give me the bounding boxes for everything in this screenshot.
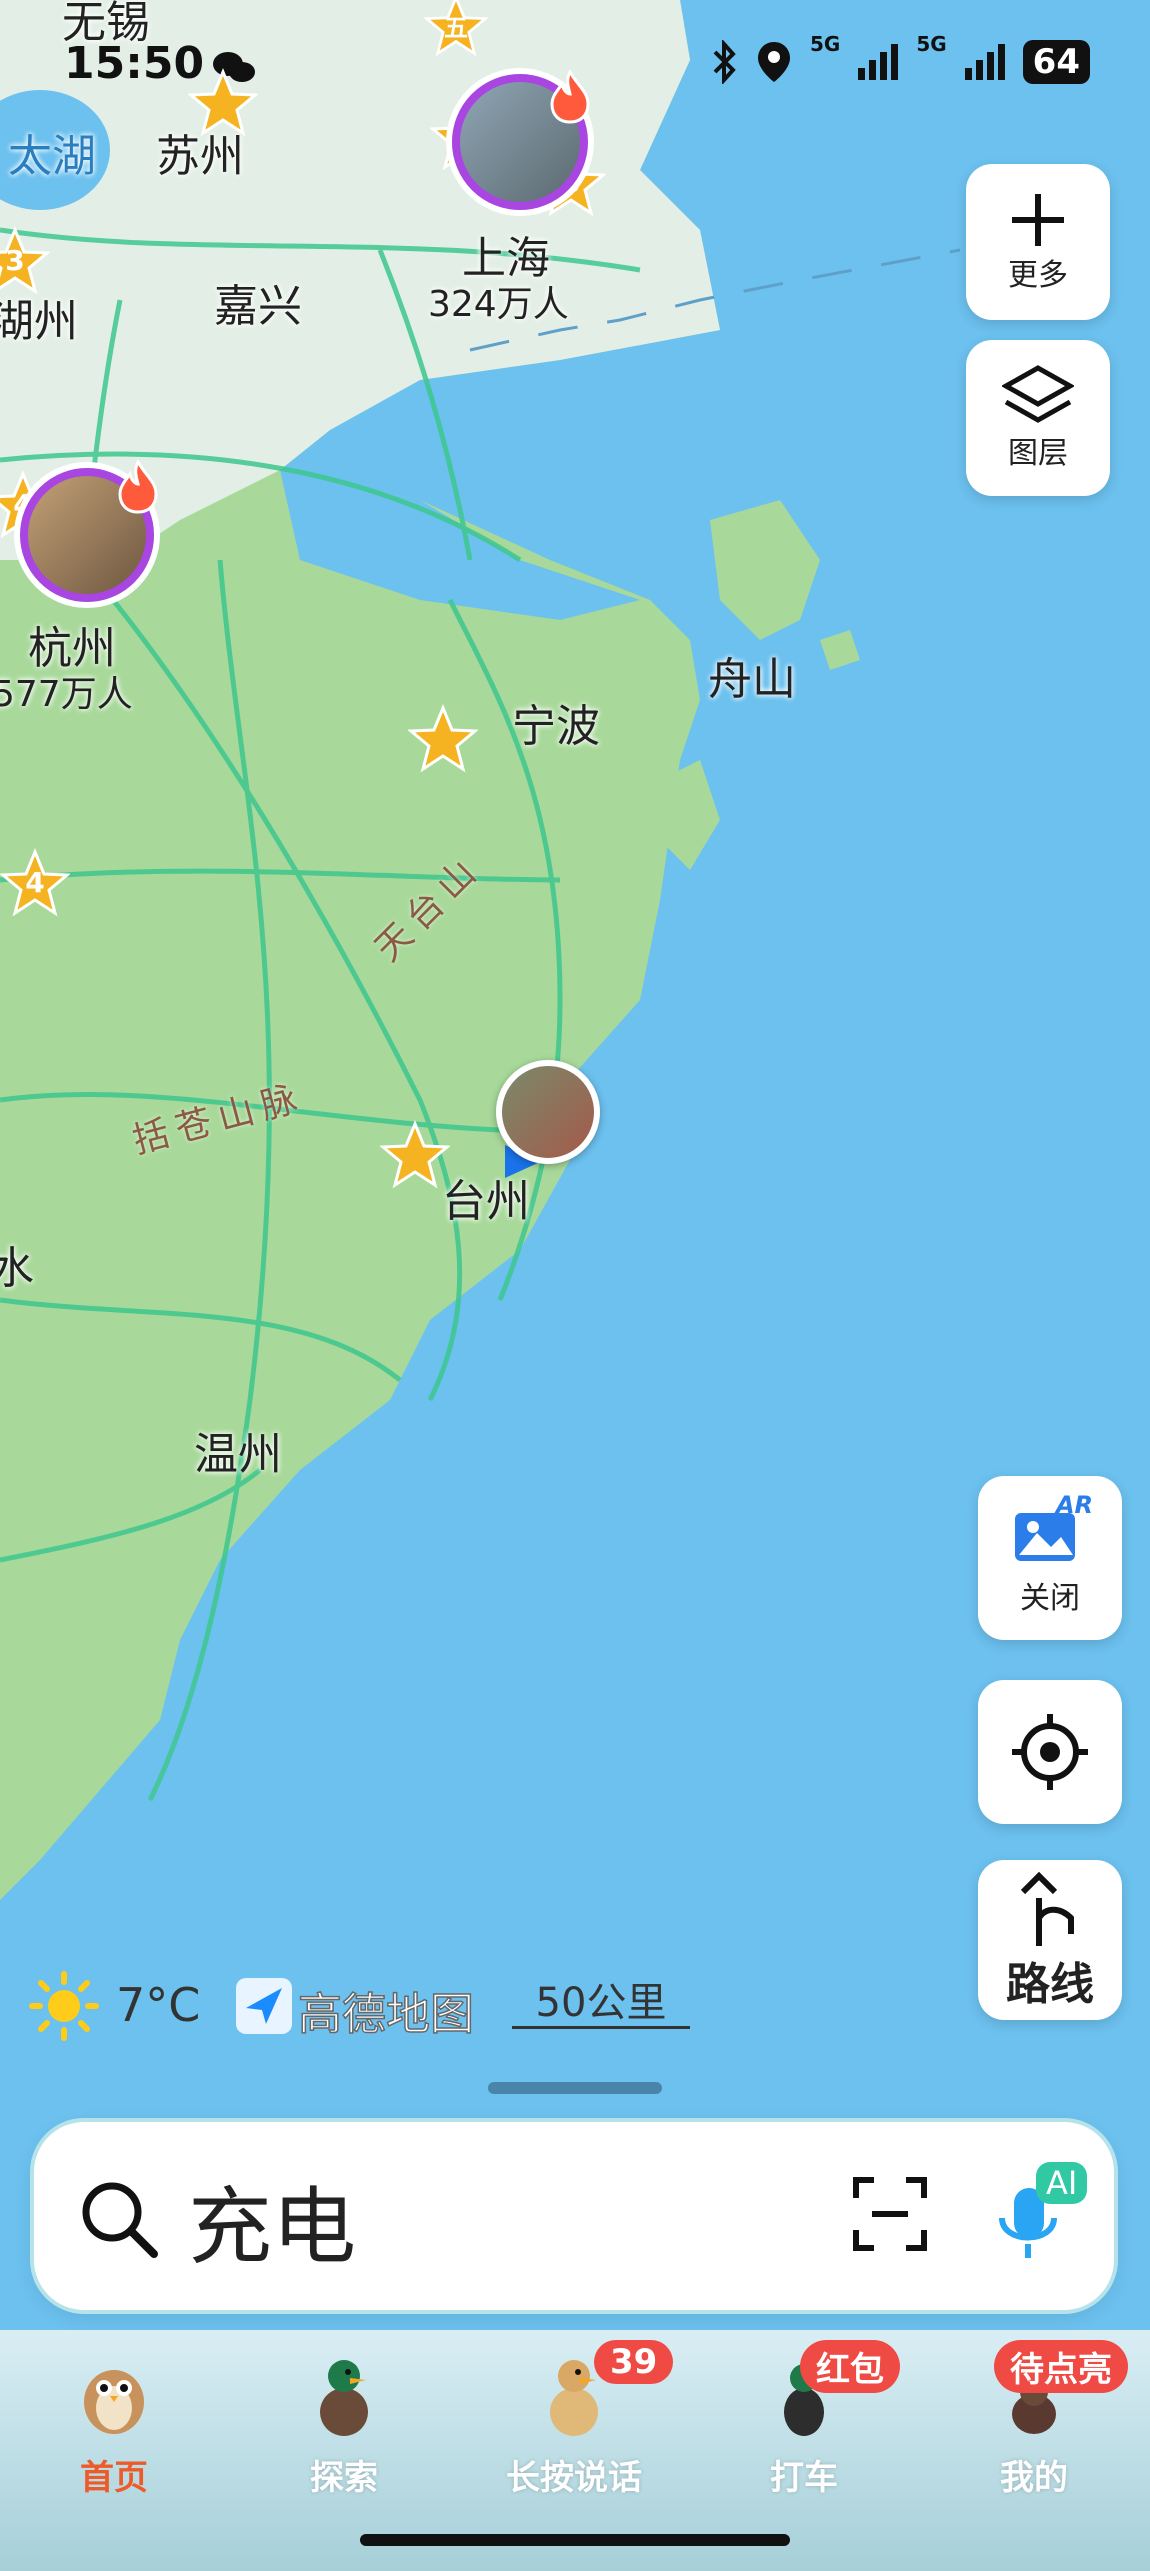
tab-explore[interactable]: 探索 — [254, 2350, 434, 2499]
star-poi-icon[interactable] — [188, 68, 258, 138]
map-scale: 50公里 — [512, 1970, 690, 2029]
fire-icon — [550, 70, 590, 124]
tab-label: 打车 — [770, 2458, 838, 2498]
locate-me-button[interactable] — [978, 1680, 1122, 1824]
numbered-star-poi[interactable]: 3 — [0, 226, 51, 296]
search-query: 充电 — [188, 2178, 357, 2276]
signal-icon-1 — [858, 44, 899, 80]
layers-label: 图层 — [1008, 436, 1068, 471]
layers-button[interactable]: 图层 — [966, 340, 1110, 496]
route-arrow-icon — [1020, 1871, 1074, 1946]
more-button[interactable]: 更多 — [966, 164, 1110, 320]
ai-tag: AI — [1036, 2162, 1088, 2204]
signal-icon-2 — [964, 44, 1005, 80]
city-label-jiaxing: 嘉兴 — [214, 281, 302, 332]
poi-count: 4 — [25, 866, 45, 899]
duck-explorer-icon — [320, 2360, 368, 2436]
brand-logo-text: 高德地图 — [297, 1988, 475, 2041]
numbered-star-poi[interactable]: 五 — [423, 0, 489, 58]
city-label-wuxi: 无锡 — [62, 0, 150, 48]
ar-tag: AR — [1055, 1491, 1093, 1519]
crosshair-icon — [1012, 1714, 1088, 1790]
tab-home[interactable]: 首页 — [24, 2350, 204, 2499]
poi-count: 3 — [5, 244, 25, 277]
route-button[interactable]: 路线 — [978, 1860, 1122, 2020]
tab-badge-pending: 待点亮 — [994, 2340, 1128, 2393]
network-type-1: 5G — [809, 32, 841, 56]
layers-icon — [1002, 365, 1074, 423]
sun-icon — [29, 1971, 99, 2041]
ai-voice-button[interactable]: AI — [994, 2158, 1092, 2268]
city-label-zhoushan: 舟山 — [708, 654, 796, 705]
city-label-ningbo: 宁波 — [512, 701, 600, 752]
city-label-wenzhou: 温州 — [194, 1429, 282, 1480]
bluetooth-icon — [713, 40, 736, 84]
fire-icon — [118, 460, 158, 514]
plus-icon — [1012, 194, 1064, 246]
city-population-hangzhou: 577万人 — [0, 674, 133, 715]
battery-level: 64 — [1022, 40, 1090, 84]
lake-label-taihu: 太湖 — [8, 131, 96, 182]
tab-badge-count: 39 — [594, 2340, 674, 2384]
city-population-shanghai: 324万人 — [428, 284, 569, 325]
star-poi-icon[interactable] — [408, 704, 478, 774]
tab-label: 首页 — [80, 2458, 148, 2498]
network-type-2: 5G — [916, 32, 947, 56]
tab-badge-redpacket: 红包 — [800, 2340, 900, 2393]
search-bar[interactable]: 充电 AI — [34, 2122, 1114, 2310]
tab-label: 我的 — [1000, 2458, 1068, 2498]
ar-close-button[interactable]: AR 关闭 — [978, 1476, 1122, 1640]
city-label-lishui: 水 — [0, 1243, 34, 1294]
my-location-photo[interactable] — [496, 1060, 600, 1164]
tab-label: 探索 — [310, 2458, 378, 2498]
amap-logo-icon — [236, 1978, 292, 2034]
map-scale-label: 50公里 — [535, 1980, 667, 2026]
home-indicator — [360, 2534, 790, 2546]
numbered-star-poi[interactable]: 4 — [0, 848, 71, 918]
sheet-drag-handle[interactable] — [488, 2082, 662, 2094]
star-poi-icon[interactable] — [380, 1120, 450, 1190]
search-icon — [82, 2182, 158, 2258]
poi-count: 五 — [444, 14, 468, 42]
route-label: 路线 — [1006, 1959, 1094, 2010]
more-label: 更多 — [1008, 258, 1068, 293]
tab-label: 长按说话 — [506, 2458, 642, 2498]
location-icon — [757, 42, 790, 82]
owl-mascot-icon — [84, 2370, 144, 2434]
city-label-taizhou: 台州 — [442, 1176, 530, 1227]
scan-icon[interactable] — [852, 2176, 928, 2252]
temperature: 7°C — [116, 1978, 201, 2032]
ar-close-label: 关闭 — [1020, 1581, 1080, 1616]
